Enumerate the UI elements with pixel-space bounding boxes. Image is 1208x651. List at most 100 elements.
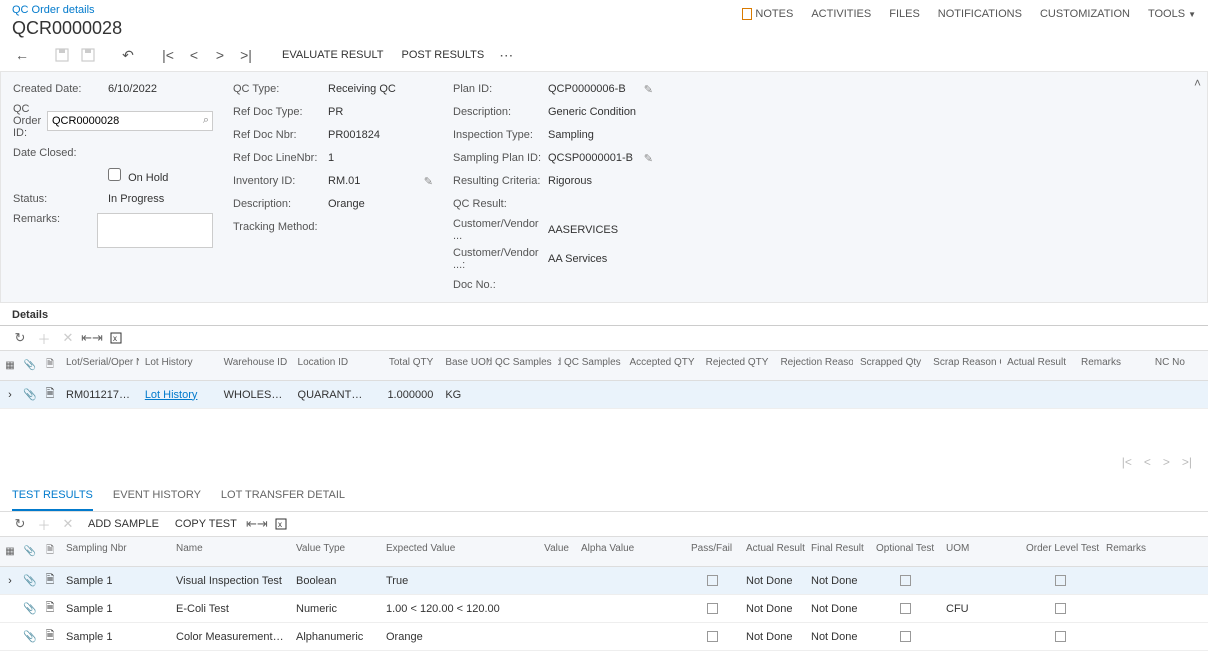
row-notes-icon[interactable]: 🗎 xyxy=(40,381,60,408)
col-lot-serial[interactable]: Lot/Serial/Oper Nbr xyxy=(60,351,139,380)
post-results-button[interactable]: POST RESULTS xyxy=(395,49,490,61)
header-customization[interactable]: CUSTOMIZATION xyxy=(1040,8,1130,20)
col-total-qty[interactable]: Total QTY xyxy=(370,351,439,380)
col-scrap-reason[interactable]: Scrap Reason Code xyxy=(927,351,1001,380)
add-icon[interactable]: ＋ xyxy=(36,330,52,346)
cell-order-level-test[interactable] xyxy=(1020,571,1100,590)
row-expand-icon[interactable] xyxy=(0,633,20,641)
col-warehouse[interactable]: Warehouse ID xyxy=(218,351,292,380)
export-icon[interactable]: x xyxy=(273,516,289,532)
row-expand-icon[interactable] xyxy=(0,605,20,613)
col-nc-no[interactable]: NC No xyxy=(1149,351,1208,380)
col-pass-fail[interactable]: Pass/Fail xyxy=(685,537,740,566)
col-final-result[interactable]: Final Result xyxy=(805,537,870,566)
row-notes-icon[interactable]: 🗎 xyxy=(40,623,60,650)
col-remarks[interactable]: Remarks xyxy=(1100,537,1170,566)
header-files[interactable]: FILES xyxy=(889,8,920,20)
qc-order-id-input[interactable] xyxy=(47,111,213,131)
cell-optional-test[interactable] xyxy=(870,571,940,590)
col-order-level-test[interactable]: Order Level Test xyxy=(1020,537,1100,566)
tab-lot-transfer[interactable]: LOT TRANSFER DETAIL xyxy=(221,481,345,511)
delete-icon[interactable]: ✕ xyxy=(60,516,76,532)
test-row[interactable]: 📎🗎Sample 1Color Measurement TestAlphanum… xyxy=(0,623,1208,651)
fit-icon[interactable]: ⇤⇥ xyxy=(84,330,100,346)
col-alpha-value[interactable]: Alpha Value xyxy=(575,537,685,566)
col-optional-test[interactable]: Optional Test xyxy=(870,537,940,566)
tab-event-history[interactable]: EVENT HISTORY xyxy=(113,481,201,511)
col-selector[interactable]: ▦ xyxy=(0,351,20,380)
lot-history-link[interactable]: Lot History xyxy=(145,389,198,401)
fit-icon[interactable]: ⇤⇥ xyxy=(249,516,265,532)
col-value[interactable]: Value xyxy=(530,537,575,566)
pencil-icon[interactable]: ✎ xyxy=(644,152,653,165)
add-sample-button[interactable]: ADD SAMPLE xyxy=(84,518,163,530)
header-notifications[interactable]: NOTIFICATIONS xyxy=(938,8,1022,20)
col-rejected-qty[interactable]: Rejected QTY xyxy=(701,351,775,380)
breadcrumb[interactable]: QC Order details xyxy=(12,4,742,16)
on-hold-checkbox[interactable] xyxy=(108,168,121,181)
pencil-icon[interactable]: ✎ xyxy=(644,83,653,96)
row-expand-icon[interactable]: › xyxy=(0,385,20,405)
cell-pass-fail[interactable] xyxy=(685,599,740,618)
test-row[interactable]: 📎🗎Sample 1E-Coli TestNumeric1.00 < 120.0… xyxy=(0,595,1208,623)
back-button[interactable]: ← xyxy=(12,45,32,65)
header-notes[interactable]: NOTES xyxy=(742,8,793,20)
col-actual-result[interactable]: Actual Result xyxy=(1001,351,1075,380)
more-actions-icon[interactable]: ⋯ xyxy=(496,45,516,65)
last-record-icon[interactable]: >| xyxy=(236,45,256,65)
refresh-icon[interactable]: ↻ xyxy=(12,516,28,532)
col-failed-qc[interactable]: Failed QC Samples xyxy=(558,351,627,380)
col-base-uom[interactable]: Base UOM xyxy=(439,351,488,380)
search-icon[interactable]: ⌕ xyxy=(203,114,209,127)
copy-test-button[interactable]: COPY TEST xyxy=(171,518,241,530)
first-record-icon[interactable]: |< xyxy=(158,45,178,65)
undo-icon[interactable]: ↶ xyxy=(118,45,138,65)
evaluate-result-button[interactable]: EVALUATE RESULT xyxy=(276,49,389,61)
row-attach-icon[interactable]: 📎 xyxy=(20,626,40,647)
save-close-icon[interactable] xyxy=(78,45,98,65)
collapse-chevron-icon[interactable]: ˄ xyxy=(1194,76,1201,90)
col-location[interactable]: Location ID xyxy=(292,351,371,380)
delete-icon[interactable]: ✕ xyxy=(60,330,76,346)
cell-value xyxy=(530,577,575,585)
cell-optional-test[interactable] xyxy=(870,599,940,618)
col-accepted-qty[interactable]: Accepted QTY xyxy=(627,351,701,380)
cell-optional-test[interactable] xyxy=(870,627,940,646)
col-expected-value[interactable]: Expected Value xyxy=(380,537,530,566)
save-icon[interactable] xyxy=(52,45,72,65)
col-selector[interactable]: ▦ xyxy=(0,537,20,566)
col-sampling-nbr[interactable]: Sampling Nbr xyxy=(60,537,170,566)
remarks-textarea[interactable] xyxy=(97,213,213,248)
col-lot-history[interactable]: Lot History xyxy=(139,351,218,380)
col-name[interactable]: Name xyxy=(170,537,290,566)
add-icon[interactable]: ＋ xyxy=(36,516,52,532)
col-value-type[interactable]: Value Type xyxy=(290,537,380,566)
row-notes-icon[interactable]: 🗎 xyxy=(40,595,60,622)
prev-record-icon[interactable]: < xyxy=(184,45,204,65)
refresh-icon[interactable]: ↻ xyxy=(12,330,28,346)
col-passed-qc[interactable]: Passed QC Samples xyxy=(489,351,558,380)
row-attach-icon[interactable]: 📎 xyxy=(20,598,40,619)
cell-pass-fail[interactable] xyxy=(685,571,740,590)
cell-order-level-test[interactable] xyxy=(1020,627,1100,646)
details-row[interactable]: › 📎 🗎 RM01121721... Lot History WHOLESAL… xyxy=(0,381,1208,409)
row-expand-icon[interactable]: › xyxy=(0,571,20,591)
cell-pass-fail[interactable] xyxy=(685,627,740,646)
header-tools[interactable]: TOOLS ▼ xyxy=(1148,8,1196,20)
col-actual-result[interactable]: Actual Result xyxy=(740,537,805,566)
row-attach-icon[interactable]: 📎 xyxy=(20,570,40,591)
tab-test-results[interactable]: TEST RESULTS xyxy=(12,481,93,511)
col-uom[interactable]: UOM xyxy=(940,537,1020,566)
row-attach-icon[interactable]: 📎 xyxy=(20,384,40,405)
cell-order-level-test[interactable] xyxy=(1020,599,1100,618)
export-icon[interactable]: x xyxy=(108,330,124,346)
col-remarks[interactable]: Remarks xyxy=(1075,351,1149,380)
next-record-icon[interactable]: > xyxy=(210,45,230,65)
header-activities[interactable]: ACTIVITIES xyxy=(811,8,871,20)
pencil-icon[interactable]: ✎ xyxy=(424,175,433,188)
col-scrapped-qty[interactable]: Scrapped Qty xyxy=(853,351,927,380)
row-notes-icon[interactable]: 🗎 xyxy=(40,567,60,594)
ref-doc-linenbr-value: 1 xyxy=(328,152,433,164)
col-rejection-reason[interactable]: Rejection Reason Code xyxy=(774,351,853,380)
test-row[interactable]: ›📎🗎Sample 1Visual Inspection TestBoolean… xyxy=(0,567,1208,595)
